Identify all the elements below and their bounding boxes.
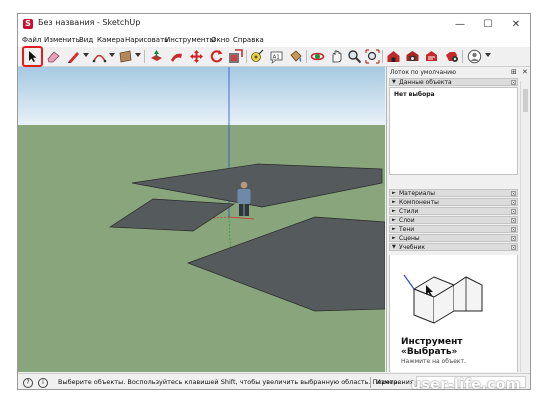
section-instructor[interactable]: ▼ Учебник ×: [389, 243, 518, 251]
tray-pin-button[interactable]: ⊞: [511, 68, 517, 76]
arc-dropdown-icon[interactable]: [109, 53, 115, 57]
toolbar-divider: [382, 50, 383, 63]
no-selection-text: Нет выбора: [394, 91, 435, 98]
close-icon[interactable]: ×: [511, 191, 516, 196]
menu-edit[interactable]: Изменить: [44, 36, 80, 44]
collapsed-arrow-icon: ►: [392, 235, 396, 241]
text-icon[interactable]: A1: [269, 49, 284, 64]
scale-icon[interactable]: [228, 49, 243, 64]
minimize-button[interactable]: —: [446, 14, 474, 35]
move-icon[interactable]: [189, 49, 204, 64]
section-scenes[interactable]: ► Сцены ×: [389, 234, 518, 242]
section-styles[interactable]: ► Стили ×: [389, 207, 518, 215]
close-icon[interactable]: ×: [511, 209, 516, 214]
account-icon[interactable]: [467, 49, 482, 64]
section-components[interactable]: ► Компоненты ×: [389, 198, 518, 206]
tray-close-button[interactable]: ✕: [522, 68, 528, 76]
sketchup-logo-icon: S: [23, 19, 33, 29]
account-dropdown-icon[interactable]: [485, 53, 491, 57]
pencil-line-icon[interactable]: [66, 49, 81, 64]
status-divider: [370, 377, 371, 388]
collapsed-arrow-icon: ►: [392, 190, 396, 196]
sketchup-window: S Без названия - SketchUp — ☐ ✕ Файл Изм…: [17, 13, 531, 390]
menu-draw[interactable]: Нарисовать: [125, 36, 168, 44]
tray-title: Лоток по умолчанию: [390, 69, 457, 76]
menu-help[interactable]: Справка: [233, 36, 264, 44]
rectangle-icon[interactable]: [118, 49, 133, 64]
default-tray: Лоток по умолчанию ⊞ ✕ ▼ Данные объекта …: [386, 67, 530, 372]
follow-me-icon[interactable]: [169, 49, 184, 64]
close-icon[interactable]: ×: [511, 245, 516, 250]
instructor-house-illustration: [403, 274, 483, 324]
instructor-title: Инструмент «Выбрать»: [401, 337, 463, 357]
extension-warehouse-icon[interactable]: [405, 49, 420, 64]
close-icon[interactable]: ×: [511, 236, 516, 241]
expanded-arrow-icon: ▼: [392, 244, 396, 250]
section-shadows[interactable]: ► Тени ×: [389, 225, 518, 233]
warehouse-icon[interactable]: [386, 49, 401, 64]
push-pull-icon[interactable]: [149, 49, 164, 64]
menu-window[interactable]: Окно: [211, 36, 230, 44]
instructor-content: Инструмент «Выбрать» Нажмите на объект.: [389, 255, 518, 372]
main-toolbar: A1: [18, 46, 530, 67]
menu-view[interactable]: Вид: [79, 36, 93, 44]
menu-tools[interactable]: Инструменты: [165, 36, 215, 44]
collapsed-arrow-icon: ►: [392, 199, 396, 205]
zoom-extents-icon[interactable]: [365, 49, 380, 64]
eraser-icon[interactable]: [46, 49, 61, 64]
toolbar-divider: [144, 50, 145, 63]
close-icon[interactable]: ×: [511, 227, 516, 232]
extension-manager-icon[interactable]: [444, 49, 459, 64]
menu-camera[interactable]: Камера: [97, 36, 125, 44]
orbit-icon[interactable]: [310, 49, 325, 64]
line-dropdown-icon[interactable]: [83, 53, 89, 57]
measurements-label: Измерения: [376, 378, 414, 386]
pan-icon[interactable]: [329, 49, 344, 64]
close-icon[interactable]: ×: [511, 80, 516, 85]
svg-text:A1: A1: [273, 55, 280, 61]
paint-bucket-icon[interactable]: [288, 49, 303, 64]
entity-info-content: Нет выбора: [389, 87, 518, 175]
instructor-subtitle: Нажмите на объект.: [401, 358, 466, 365]
select-icon[interactable]: [25, 49, 40, 64]
toolbar-divider: [306, 50, 307, 63]
close-button[interactable]: ✕: [502, 14, 530, 35]
window-title: Без названия - SketchUp: [38, 18, 141, 27]
shape-dropdown-icon[interactable]: [135, 53, 141, 57]
tape-measure-icon[interactable]: [250, 49, 265, 64]
status-message: Выберите объекты. Воспользуйтесь клавише…: [58, 378, 404, 386]
sky: [18, 67, 385, 125]
zoom-icon[interactable]: [347, 49, 362, 64]
menu-bar: Файл Изменить Вид Камера Нарисовать Инст…: [18, 35, 530, 47]
expanded-arrow-icon: ▼: [392, 79, 396, 85]
send-to-layout-icon[interactable]: [424, 49, 439, 64]
toolbar-divider: [246, 50, 247, 63]
modeling-viewport[interactable]: [18, 67, 385, 372]
watermark: user-life.com: [411, 377, 522, 393]
maximize-button[interactable]: ☐: [474, 14, 502, 35]
section-layers[interactable]: ► Слои ×: [389, 216, 518, 224]
help-icon[interactable]: ?: [23, 378, 33, 388]
close-icon[interactable]: ×: [511, 218, 516, 223]
close-icon[interactable]: ×: [511, 200, 516, 205]
tray-scrollbar[interactable]: [520, 81, 530, 372]
toolbar-divider: [462, 50, 463, 63]
rotate-icon[interactable]: [209, 49, 224, 64]
menu-file[interactable]: Файл: [22, 36, 41, 44]
scrollbar-thumb[interactable]: [523, 89, 528, 112]
entity-info-header[interactable]: ▼ Данные объекта ×: [389, 78, 518, 86]
collapsed-arrow-icon: ►: [392, 208, 396, 214]
section-materials[interactable]: ► Материалы ×: [389, 189, 518, 197]
info-icon[interactable]: i: [38, 378, 48, 388]
title-bar: S Без названия - SketchUp — ☐ ✕: [18, 14, 530, 35]
arc-icon[interactable]: [92, 49, 107, 64]
collapsed-arrow-icon: ►: [392, 217, 396, 223]
collapsed-arrow-icon: ►: [392, 226, 396, 232]
